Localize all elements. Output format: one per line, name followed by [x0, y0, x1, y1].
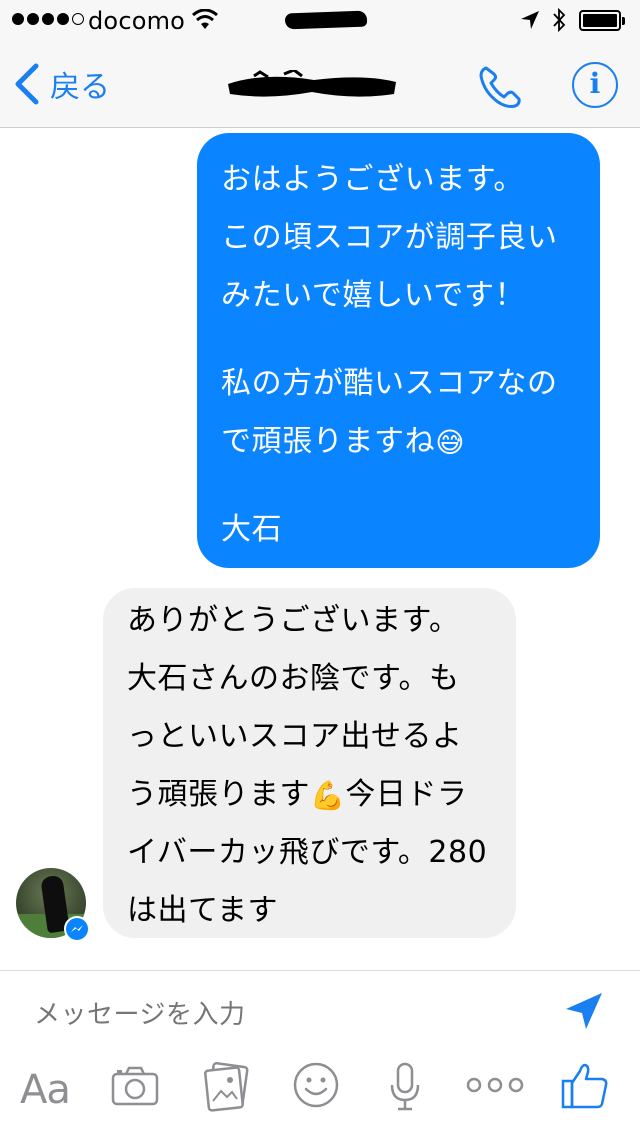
- text-format-icon[interactable]: Aa: [20, 1067, 71, 1113]
- incoming-message-bubble[interactable]: ありがとうございます。 大石さんのお陰です。も っといいスコア出せるよ う頑張り…: [103, 588, 516, 938]
- grinning-sweat-emoji: 😅: [435, 425, 465, 459]
- message-line: この頃スコアが調子良い: [221, 220, 558, 255]
- location-arrow-icon: [521, 11, 539, 29]
- compose-area: Aa: [0, 970, 640, 1136]
- message-text: う頑張ります: [127, 777, 310, 812]
- redacted-contact-name: [228, 70, 396, 97]
- message-line: [221, 325, 582, 355]
- wifi-icon: [192, 9, 218, 29]
- outgoing-message-bubble[interactable]: おはようございます。 この頃スコアが調子良い みたいで嬉しいです！ 私の方が酷い…: [197, 133, 600, 568]
- thumbs-up-icon[interactable]: [560, 1061, 610, 1111]
- message-line: [221, 471, 582, 501]
- microphone-icon[interactable]: [388, 1061, 422, 1113]
- messenger-badge-icon: [64, 916, 90, 942]
- redaction-mark: [284, 10, 368, 30]
- message-line: っといいスコア出せるよ: [127, 719, 463, 754]
- message-line: おはようございます。: [221, 162, 524, 197]
- signal-strength-icon: [12, 13, 84, 25]
- message-text: で頑張りますね: [221, 424, 436, 459]
- back-label: 戻る: [50, 70, 110, 105]
- bluetooth-icon: [553, 7, 566, 33]
- carrier-name: docomo: [88, 7, 186, 35]
- more-icon[interactable]: [466, 1061, 524, 1109]
- emoji-icon[interactable]: [292, 1061, 340, 1109]
- send-icon[interactable]: [562, 989, 606, 1033]
- message-line: ありがとうございます。: [127, 603, 460, 638]
- back-button[interactable]: 戻る: [14, 62, 110, 106]
- message-line: う頑張ります💪今日ドラ: [127, 766, 498, 824]
- message-line: みたいで嬉しいです！: [221, 278, 526, 313]
- status-bar: docomo: [0, 0, 640, 40]
- camera-icon[interactable]: [110, 1061, 160, 1111]
- compose-toolbar: Aa: [0, 1061, 640, 1121]
- info-icon[interactable]: i: [572, 62, 618, 108]
- message-line: は出てます: [127, 893, 278, 928]
- flexed-biceps-emoji: 💪: [310, 778, 346, 812]
- navigation-bar: 戻る i: [0, 40, 640, 128]
- gallery-icon[interactable]: [202, 1061, 252, 1113]
- phone-icon[interactable]: [474, 62, 526, 112]
- message-line: イバーカッ飛びです。280: [127, 835, 488, 870]
- message-line: 大石さんのお陰です。も: [127, 661, 460, 696]
- message-line: 私の方が酷いスコアなの: [221, 366, 558, 401]
- message-line: で頑張りますね😅: [221, 413, 582, 471]
- chevron-left-icon: [15, 63, 39, 105]
- message-signature: 大石: [221, 512, 283, 547]
- message-text: 今日ドラ: [345, 777, 468, 812]
- battery-icon: [579, 10, 625, 31]
- message-input[interactable]: [34, 995, 534, 1035]
